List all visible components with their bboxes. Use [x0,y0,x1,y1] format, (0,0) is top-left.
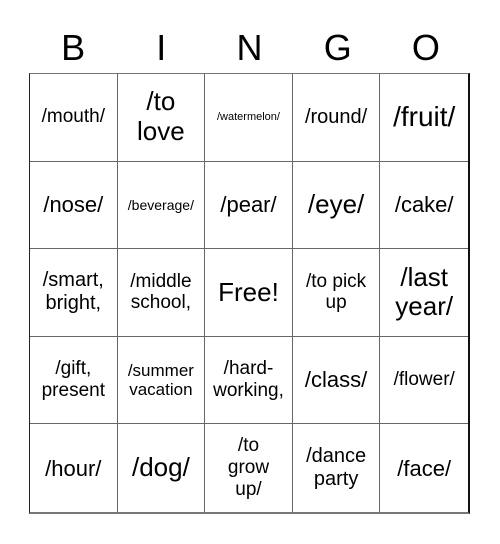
bingo-cell[interactable]: /to grow up/ [205,424,293,512]
bingo-cell-free[interactable]: Free! [205,249,293,337]
bingo-cell[interactable]: /watermelon/ [205,74,293,162]
bingo-cell[interactable]: /fruit/ [380,74,468,162]
header-letter-b: B [61,27,86,68]
bingo-cell[interactable]: /last year/ [380,249,468,337]
bingo-header: B I N G O [29,24,470,72]
bingo-cell[interactable]: /mouth/ [30,74,118,162]
bingo-cell[interactable]: /dog/ [118,424,206,512]
bingo-cell[interactable]: /class/ [292,336,381,425]
bingo-cell[interactable]: /middle school, [117,249,206,337]
bingo-cell[interactable]: /nose/ [30,161,118,250]
bingo-cell[interactable]: /hour/ [30,424,118,512]
bingo-cell[interactable]: /to love [117,74,206,162]
bingo-cell[interactable]: /flower/ [380,337,468,425]
bingo-cell[interactable]: /round/ [292,74,381,162]
bingo-cell[interactable]: /summer vacation [117,336,206,425]
bingo-cell[interactable]: /beverage/ [117,161,206,250]
bingo-cell[interactable]: /eye/ [292,161,381,250]
bingo-cell[interactable]: /hard-working, [205,336,293,425]
header-letter-n: N [236,27,263,68]
header-letter-i: I [156,27,167,68]
bingo-cell[interactable]: /gift, present [30,336,118,425]
bingo-cell[interactable]: /dance party [293,424,381,512]
bingo-cell[interactable]: /face/ [380,424,468,512]
header-letter-g: G [323,27,352,68]
header-letter-o: O [411,27,440,68]
bingo-cell[interactable]: /to pick up [292,249,381,337]
bingo-board: /mouth/ /to love /watermelon/ /round/ /f… [29,73,470,514]
bingo-cell[interactable]: /pear/ [205,161,293,250]
bingo-cell[interactable]: /cake/ [380,162,468,250]
bingo-cell[interactable]: /smart, bright, [30,249,118,337]
